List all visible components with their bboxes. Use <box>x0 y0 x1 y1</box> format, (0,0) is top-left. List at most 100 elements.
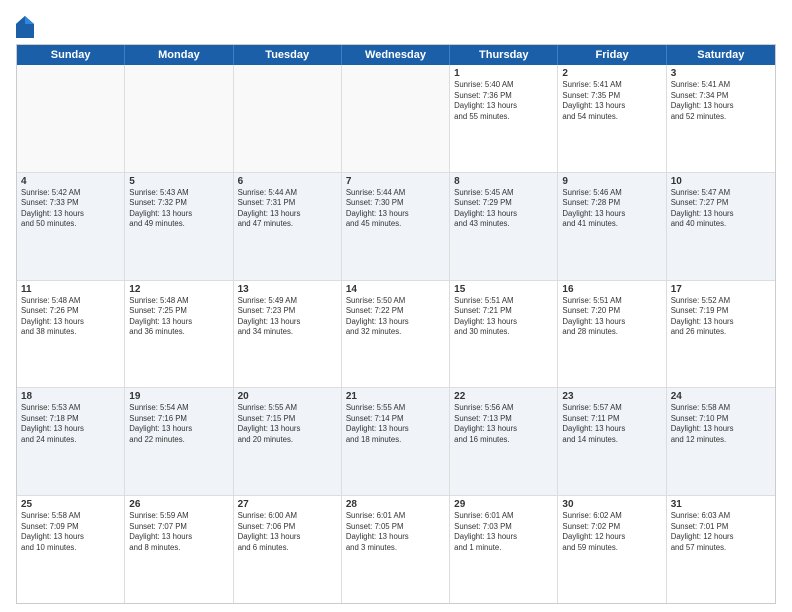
day-cell-21: 21Sunrise: 5:55 AM Sunset: 7:14 PM Dayli… <box>342 388 450 495</box>
day-cell-3: 3Sunrise: 5:41 AM Sunset: 7:34 PM Daylig… <box>667 65 775 172</box>
day-number: 23 <box>562 391 661 402</box>
day-info: Sunrise: 5:43 AM Sunset: 7:32 PM Dayligh… <box>129 188 228 230</box>
day-cell-19: 19Sunrise: 5:54 AM Sunset: 7:16 PM Dayli… <box>125 388 233 495</box>
day-number: 10 <box>671 176 771 187</box>
day-info: Sunrise: 6:00 AM Sunset: 7:06 PM Dayligh… <box>238 511 337 553</box>
day-cell-24: 24Sunrise: 5:58 AM Sunset: 7:10 PM Dayli… <box>667 388 775 495</box>
day-info: Sunrise: 5:53 AM Sunset: 7:18 PM Dayligh… <box>21 403 120 445</box>
day-header-wednesday: Wednesday <box>342 45 450 65</box>
day-header-saturday: Saturday <box>667 45 775 65</box>
day-number: 31 <box>671 499 771 510</box>
day-info: Sunrise: 5:54 AM Sunset: 7:16 PM Dayligh… <box>129 403 228 445</box>
calendar: SundayMondayTuesdayWednesdayThursdayFrid… <box>16 44 776 604</box>
day-cell-25: 25Sunrise: 5:58 AM Sunset: 7:09 PM Dayli… <box>17 496 125 603</box>
day-info: Sunrise: 5:42 AM Sunset: 7:33 PM Dayligh… <box>21 188 120 230</box>
day-cell-9: 9Sunrise: 5:46 AM Sunset: 7:28 PM Daylig… <box>558 173 666 280</box>
day-header-sunday: Sunday <box>17 45 125 65</box>
day-cell-13: 13Sunrise: 5:49 AM Sunset: 7:23 PM Dayli… <box>234 281 342 388</box>
day-number: 27 <box>238 499 337 510</box>
day-info: Sunrise: 5:47 AM Sunset: 7:27 PM Dayligh… <box>671 188 771 230</box>
day-cell-31: 31Sunrise: 6:03 AM Sunset: 7:01 PM Dayli… <box>667 496 775 603</box>
day-cell-8: 8Sunrise: 5:45 AM Sunset: 7:29 PM Daylig… <box>450 173 558 280</box>
day-number: 30 <box>562 499 661 510</box>
calendar-row-1: 4Sunrise: 5:42 AM Sunset: 7:33 PM Daylig… <box>17 173 775 281</box>
day-cell-15: 15Sunrise: 5:51 AM Sunset: 7:21 PM Dayli… <box>450 281 558 388</box>
day-number: 4 <box>21 176 120 187</box>
day-cell-5: 5Sunrise: 5:43 AM Sunset: 7:32 PM Daylig… <box>125 173 233 280</box>
day-number: 3 <box>671 68 771 79</box>
day-cell-11: 11Sunrise: 5:48 AM Sunset: 7:26 PM Dayli… <box>17 281 125 388</box>
day-info: Sunrise: 5:41 AM Sunset: 7:34 PM Dayligh… <box>671 80 771 122</box>
day-info: Sunrise: 5:58 AM Sunset: 7:10 PM Dayligh… <box>671 403 771 445</box>
calendar-row-0: 1Sunrise: 5:40 AM Sunset: 7:36 PM Daylig… <box>17 65 775 173</box>
day-number: 13 <box>238 284 337 295</box>
day-cell-2: 2Sunrise: 5:41 AM Sunset: 7:35 PM Daylig… <box>558 65 666 172</box>
day-cell-29: 29Sunrise: 6:01 AM Sunset: 7:03 PM Dayli… <box>450 496 558 603</box>
day-info: Sunrise: 6:01 AM Sunset: 7:03 PM Dayligh… <box>454 511 553 553</box>
day-cell-16: 16Sunrise: 5:51 AM Sunset: 7:20 PM Dayli… <box>558 281 666 388</box>
header <box>16 12 776 38</box>
day-number: 7 <box>346 176 445 187</box>
day-cell-18: 18Sunrise: 5:53 AM Sunset: 7:18 PM Dayli… <box>17 388 125 495</box>
day-info: Sunrise: 5:51 AM Sunset: 7:21 PM Dayligh… <box>454 296 553 338</box>
day-number: 21 <box>346 391 445 402</box>
day-cell-14: 14Sunrise: 5:50 AM Sunset: 7:22 PM Dayli… <box>342 281 450 388</box>
day-number: 12 <box>129 284 228 295</box>
day-info: Sunrise: 5:41 AM Sunset: 7:35 PM Dayligh… <box>562 80 661 122</box>
day-info: Sunrise: 5:45 AM Sunset: 7:29 PM Dayligh… <box>454 188 553 230</box>
day-cell-28: 28Sunrise: 6:01 AM Sunset: 7:05 PM Dayli… <box>342 496 450 603</box>
day-number: 26 <box>129 499 228 510</box>
day-info: Sunrise: 5:51 AM Sunset: 7:20 PM Dayligh… <box>562 296 661 338</box>
day-info: Sunrise: 5:44 AM Sunset: 7:30 PM Dayligh… <box>346 188 445 230</box>
day-info: Sunrise: 5:44 AM Sunset: 7:31 PM Dayligh… <box>238 188 337 230</box>
logo-icon <box>16 16 34 38</box>
day-number: 22 <box>454 391 553 402</box>
day-info: Sunrise: 5:48 AM Sunset: 7:25 PM Dayligh… <box>129 296 228 338</box>
day-info: Sunrise: 5:57 AM Sunset: 7:11 PM Dayligh… <box>562 403 661 445</box>
day-cell-22: 22Sunrise: 5:56 AM Sunset: 7:13 PM Dayli… <box>450 388 558 495</box>
day-info: Sunrise: 5:55 AM Sunset: 7:15 PM Dayligh… <box>238 403 337 445</box>
day-number: 14 <box>346 284 445 295</box>
day-number: 19 <box>129 391 228 402</box>
day-cell-23: 23Sunrise: 5:57 AM Sunset: 7:11 PM Dayli… <box>558 388 666 495</box>
day-info: Sunrise: 5:52 AM Sunset: 7:19 PM Dayligh… <box>671 296 771 338</box>
calendar-header: SundayMondayTuesdayWednesdayThursdayFrid… <box>17 45 775 65</box>
day-cell-12: 12Sunrise: 5:48 AM Sunset: 7:25 PM Dayli… <box>125 281 233 388</box>
day-cell-1: 1Sunrise: 5:40 AM Sunset: 7:36 PM Daylig… <box>450 65 558 172</box>
day-number: 20 <box>238 391 337 402</box>
day-number: 5 <box>129 176 228 187</box>
day-info: Sunrise: 5:50 AM Sunset: 7:22 PM Dayligh… <box>346 296 445 338</box>
day-cell-10: 10Sunrise: 5:47 AM Sunset: 7:27 PM Dayli… <box>667 173 775 280</box>
day-info: Sunrise: 6:02 AM Sunset: 7:02 PM Dayligh… <box>562 511 661 553</box>
day-cell-4: 4Sunrise: 5:42 AM Sunset: 7:33 PM Daylig… <box>17 173 125 280</box>
day-cell-30: 30Sunrise: 6:02 AM Sunset: 7:02 PM Dayli… <box>558 496 666 603</box>
day-header-thursday: Thursday <box>450 45 558 65</box>
day-info: Sunrise: 5:58 AM Sunset: 7:09 PM Dayligh… <box>21 511 120 553</box>
day-number: 9 <box>562 176 661 187</box>
day-info: Sunrise: 5:46 AM Sunset: 7:28 PM Dayligh… <box>562 188 661 230</box>
calendar-row-3: 18Sunrise: 5:53 AM Sunset: 7:18 PM Dayli… <box>17 388 775 496</box>
day-number: 11 <box>21 284 120 295</box>
calendar-body: 1Sunrise: 5:40 AM Sunset: 7:36 PM Daylig… <box>17 65 775 603</box>
empty-cell <box>234 65 342 172</box>
calendar-row-4: 25Sunrise: 5:58 AM Sunset: 7:09 PM Dayli… <box>17 496 775 603</box>
day-cell-27: 27Sunrise: 6:00 AM Sunset: 7:06 PM Dayli… <box>234 496 342 603</box>
day-header-tuesday: Tuesday <box>234 45 342 65</box>
day-number: 16 <box>562 284 661 295</box>
day-cell-20: 20Sunrise: 5:55 AM Sunset: 7:15 PM Dayli… <box>234 388 342 495</box>
day-info: Sunrise: 5:56 AM Sunset: 7:13 PM Dayligh… <box>454 403 553 445</box>
day-number: 8 <box>454 176 553 187</box>
day-number: 28 <box>346 499 445 510</box>
day-cell-26: 26Sunrise: 5:59 AM Sunset: 7:07 PM Dayli… <box>125 496 233 603</box>
day-cell-7: 7Sunrise: 5:44 AM Sunset: 7:30 PM Daylig… <box>342 173 450 280</box>
page: SundayMondayTuesdayWednesdayThursdayFrid… <box>0 0 792 612</box>
day-number: 18 <box>21 391 120 402</box>
day-number: 25 <box>21 499 120 510</box>
day-number: 29 <box>454 499 553 510</box>
day-cell-6: 6Sunrise: 5:44 AM Sunset: 7:31 PM Daylig… <box>234 173 342 280</box>
day-info: Sunrise: 5:40 AM Sunset: 7:36 PM Dayligh… <box>454 80 553 122</box>
logo <box>16 16 38 38</box>
day-info: Sunrise: 6:01 AM Sunset: 7:05 PM Dayligh… <box>346 511 445 553</box>
calendar-row-2: 11Sunrise: 5:48 AM Sunset: 7:26 PM Dayli… <box>17 281 775 389</box>
day-info: Sunrise: 5:48 AM Sunset: 7:26 PM Dayligh… <box>21 296 120 338</box>
